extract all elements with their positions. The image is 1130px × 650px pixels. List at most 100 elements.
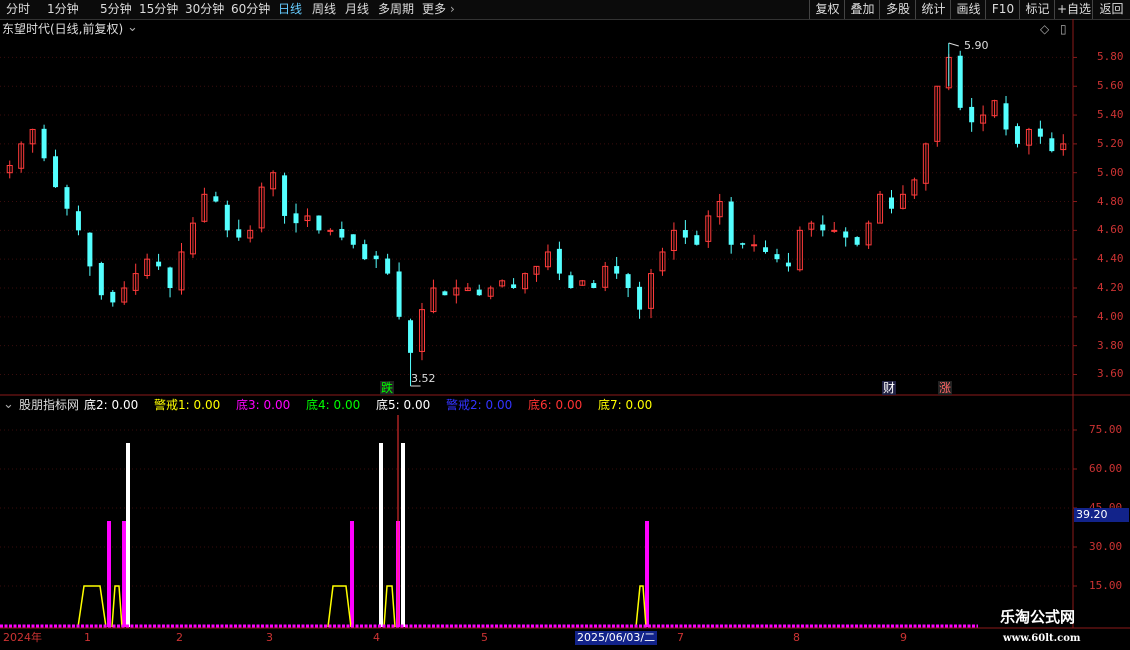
main-panel-title: 东望时代(日线,前复权) — [2, 22, 124, 36]
candle-body-down — [957, 55, 963, 108]
watermark-url: www.60lt.com — [1003, 633, 1081, 644]
di3-bar — [122, 521, 126, 627]
x-label-mar: 3 — [266, 631, 273, 644]
candle-body-down — [293, 213, 299, 224]
x-label-jul: 7 — [677, 631, 684, 644]
main-y-tick-label: 5.80 — [1097, 50, 1124, 64]
panel-toggle-icon[interactable]: ▯ — [1060, 22, 1067, 36]
candle-body-down — [1037, 128, 1043, 137]
indicator-title: 股朋指标网 — [19, 398, 80, 412]
di2-bar — [126, 443, 130, 627]
candle-body-down — [556, 248, 562, 274]
x-label-feb: 2 — [176, 631, 183, 644]
indicator-value-item: 底6: 0.00 — [528, 398, 583, 412]
candle-body-down — [396, 271, 402, 317]
candle-body-down — [1014, 126, 1020, 144]
candle-body-down — [740, 243, 746, 245]
candle-body-down — [854, 237, 860, 245]
candle-body-down — [843, 231, 849, 238]
indicator-value-item: 警戒2: 0.00 — [446, 398, 513, 412]
candle-body-down — [774, 254, 780, 260]
indicator-value-item: 底2: 0.00 — [84, 398, 139, 412]
current-value-badge: 39.20 — [1074, 508, 1129, 522]
indicator-y-tick-label: 30.00 — [1089, 540, 1123, 553]
cai-marker[interactable]: 财 — [882, 381, 897, 395]
candle-body-down — [41, 128, 47, 159]
x-label-may: 5 — [481, 631, 488, 644]
indicator-value-item: 警戒1: 0.00 — [154, 398, 221, 412]
candle-body-down — [156, 261, 162, 267]
indicator-chevron-icon[interactable]: ⌄ — [3, 398, 14, 412]
indicator-value-item: 底7: 0.00 — [598, 398, 653, 412]
di3-bar — [107, 521, 111, 627]
jingjie1-plateau — [635, 585, 647, 628]
main-y-tick-label: 3.80 — [1097, 338, 1124, 352]
main-y-tick-label: 5.20 — [1097, 136, 1124, 150]
candle-body-down — [969, 106, 975, 123]
watermark-title: 乐淘公式网 — [1000, 608, 1076, 626]
jingjie1-plateau — [77, 585, 107, 628]
main-y-tick-label: 4.60 — [1097, 223, 1124, 237]
candle-body-down — [350, 234, 356, 245]
x-label-cursor-date: 2025/06/03/二 — [575, 631, 658, 645]
candle-body-down — [87, 232, 93, 267]
indicator-value-item: 底3: 0.00 — [236, 398, 291, 412]
di2-bar — [379, 443, 383, 627]
candle-body-down — [385, 258, 391, 274]
grid-lines — [0, 19, 1130, 629]
candle-body-down — [373, 255, 379, 260]
candle-body-down — [1049, 138, 1055, 152]
di3-bar — [350, 521, 354, 627]
di2-bar — [401, 443, 405, 627]
candle-body-down — [889, 197, 894, 209]
candle-body-down — [167, 267, 173, 288]
candle-body-down — [110, 291, 116, 303]
x-label-aug: 8 — [793, 631, 800, 644]
candle-body-down — [682, 230, 688, 238]
x-label-sep: 9 — [900, 631, 907, 644]
zhang-marker[interactable]: 涨 — [938, 381, 953, 395]
main-y-tick-label: 4.00 — [1097, 309, 1124, 323]
main-y-tick-label: 5.40 — [1097, 108, 1124, 122]
main-y-tick-label: 5.00 — [1097, 165, 1124, 179]
main-y-tick-label: 3.60 — [1097, 367, 1124, 381]
jingjie1-plateau — [111, 585, 123, 628]
low-price-label: 3.52 — [411, 372, 436, 385]
candle-body-down — [820, 224, 826, 231]
candle-body-down — [763, 247, 769, 252]
candle-body-down — [728, 201, 734, 245]
diamond-icon[interactable]: ◇ — [1040, 22, 1049, 36]
x-label-2024: 2024年 — [3, 631, 42, 644]
candle-body-down — [1003, 103, 1009, 130]
chart-canvas[interactable] — [0, 0, 1130, 650]
candle-body-down — [236, 229, 242, 238]
chevron-down-icon[interactable]: ⌄ — [127, 21, 138, 35]
candle-body-down — [53, 156, 59, 188]
candle-body-down — [224, 204, 230, 231]
x-label-jan: 1 — [84, 631, 91, 644]
di3-bar — [645, 521, 649, 627]
candle-body-down — [694, 235, 700, 245]
indicator-value-item: 底5: 0.00 — [376, 398, 431, 412]
indicator-header: ⌄ 股朋指标网 底2: 0.00 警戒1: 0.00 底3: 0.00 底4: 0.0… — [0, 397, 1070, 413]
high-price-label: 5.90 — [964, 39, 989, 52]
candle-body-down — [64, 187, 70, 209]
candle-body-down — [339, 229, 345, 238]
candle-body-down — [282, 175, 288, 216]
candle-body-down — [362, 244, 368, 260]
main-y-tick-label: 5.60 — [1097, 79, 1124, 93]
candle-body-down — [442, 291, 448, 296]
indicator-y-tick-label: 60.00 — [1089, 462, 1123, 475]
candle-body-down — [785, 262, 791, 267]
indicator-bars — [77, 415, 649, 628]
jingjie1-plateau — [327, 585, 352, 628]
candle-body-down — [75, 211, 81, 231]
candle-body-down — [476, 289, 482, 296]
indicator-value-item: 底4: 0.00 — [306, 398, 361, 412]
die-marker[interactable]: 跌 — [380, 381, 395, 395]
candle-body-down — [213, 196, 219, 202]
jingjie1-plateau — [383, 585, 396, 628]
indicator-y-tick-label: 15.00 — [1089, 579, 1123, 592]
indicator-y-tick-label: 75.00 — [1089, 423, 1123, 436]
candle-body-down — [625, 274, 631, 288]
